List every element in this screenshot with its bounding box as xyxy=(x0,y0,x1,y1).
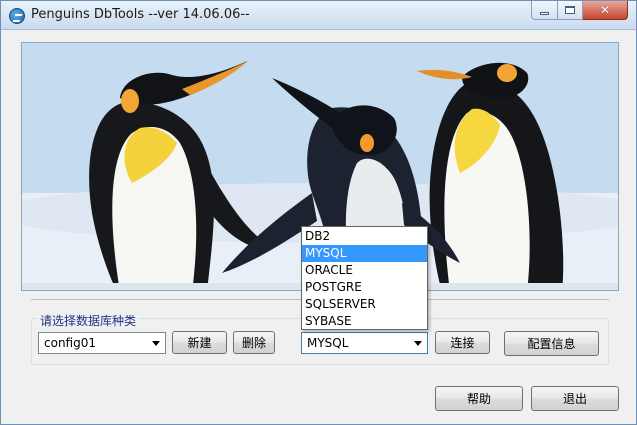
app-icon[interactable] xyxy=(9,8,25,24)
dropdown-option-mysql[interactable]: MYSQL xyxy=(302,245,427,262)
db-type-dropdown-list: DB2 MYSQL ORACLE POSTGRE SQLSERVER SYBAS… xyxy=(301,226,428,330)
dropdown-option-db2[interactable]: DB2 xyxy=(302,228,427,245)
app-window: Penguins DbTools --ver 14.06.06-- ✕ 请选择数… xyxy=(0,0,637,425)
close-icon: ✕ xyxy=(599,3,611,17)
minimize-icon xyxy=(540,11,549,15)
minimize-button[interactable] xyxy=(531,1,558,20)
help-button[interactable]: 帮助 xyxy=(435,386,523,411)
config-select-value: config01 xyxy=(44,336,96,350)
dropdown-option-postgre[interactable]: POSTGRE xyxy=(302,279,427,296)
delete-button[interactable]: 删除 xyxy=(233,331,275,354)
maximize-icon xyxy=(565,6,575,14)
dropdown-option-sqlserver[interactable]: SQLSERVER xyxy=(302,296,427,313)
chevron-down-icon xyxy=(414,341,422,346)
connect-button[interactable]: 连接 xyxy=(435,331,490,354)
db-type-group-label: 请选择数据库种类 xyxy=(38,312,139,329)
close-button[interactable]: ✕ xyxy=(583,1,628,20)
chevron-down-icon xyxy=(152,341,160,346)
dropdown-option-sybase[interactable]: SYBASE xyxy=(302,313,427,330)
dropdown-option-oracle[interactable]: ORACLE xyxy=(302,262,427,279)
window-title: Penguins DbTools --ver 14.06.06-- xyxy=(31,7,250,22)
db-type-select[interactable]: MYSQL xyxy=(301,332,428,354)
quit-button[interactable]: 退出 xyxy=(531,386,619,411)
maximize-button[interactable] xyxy=(558,1,583,20)
config-select[interactable]: config01 xyxy=(38,332,166,354)
db-type-select-value: MYSQL xyxy=(307,336,349,350)
title-bar[interactable]: Penguins DbTools --ver 14.06.06-- ✕ xyxy=(1,1,636,30)
config-info-button[interactable]: 配置信息 xyxy=(504,331,599,356)
new-button[interactable]: 新建 xyxy=(172,331,227,354)
